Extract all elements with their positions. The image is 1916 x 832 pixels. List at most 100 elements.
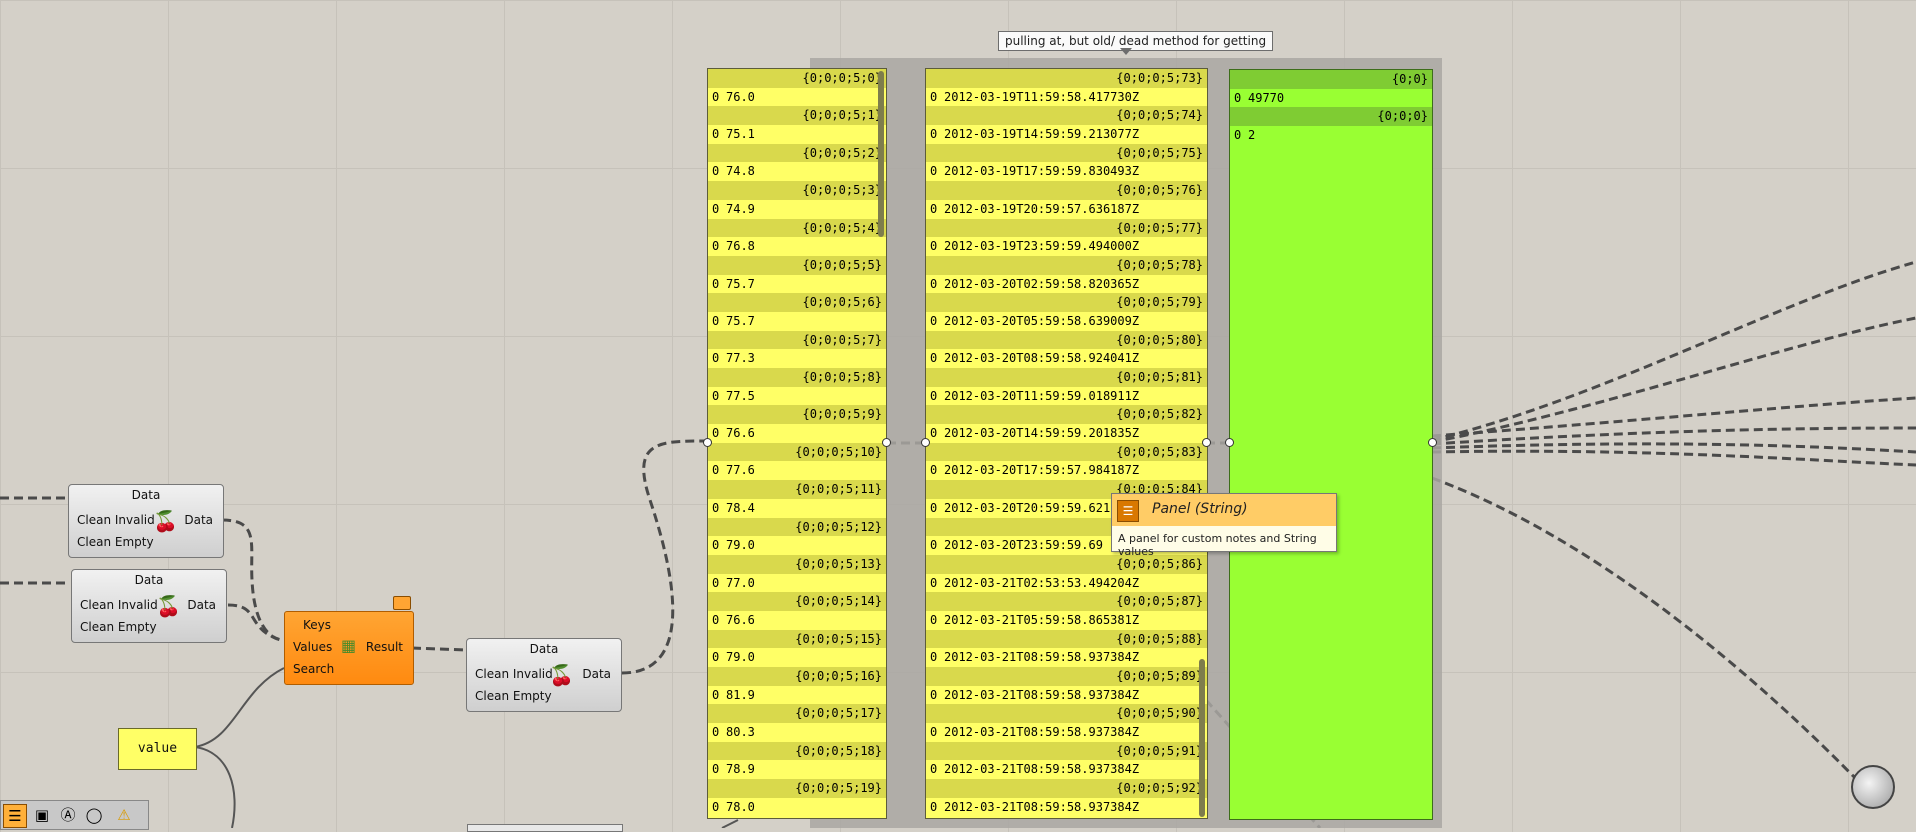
database-icon[interactable]: ◯ [83, 804, 105, 826]
input-port[interactable] [1225, 438, 1234, 447]
result-output[interactable]: Result [366, 640, 403, 654]
values-path-header: {0;0;0;5;16} [708, 667, 886, 686]
values-panel-body: {0;0;0;5;0} 0 76.0 {0;0;0;5;1} 0 75.1 {0;0;0;5… [708, 69, 886, 817]
result-panel-body: {0;0} 0 49770 {0;0;0} 0 2 [1230, 70, 1432, 145]
result-path-header: {0;0;0} [1230, 107, 1432, 127]
value-panel[interactable]: value [118, 728, 197, 770]
values-item-value: 81.9 [726, 687, 755, 702]
timestamps-path-header: {0;0;0;5;88} [926, 629, 1207, 649]
timestamps-item: 0 2012-03-21T08:59:58.937384Z [926, 760, 1207, 779]
input-port[interactable] [921, 438, 930, 447]
values-item-index: 0 [712, 538, 720, 553]
clean-invalid-input[interactable]: Clean Invalid [80, 598, 158, 612]
values-item: 0 78.4 [708, 499, 886, 518]
timestamps-item: 0 2012-03-20T14:59:59.201835Z [926, 424, 1207, 443]
values-item-value: 78.9 [726, 762, 755, 777]
values-item-value: 75.7 [726, 276, 755, 291]
data-output[interactable]: Data [582, 667, 611, 681]
timestamps-item-index: 0 [930, 164, 938, 179]
timestamps-item-value: 2012-03-21T02:53:53.494204Z [944, 575, 1140, 590]
values-item-value: 77.0 [726, 575, 755, 590]
keys-input[interactable]: Keys [303, 618, 331, 632]
result-panel[interactable]: {0;0} 0 49770 {0;0;0} 0 2 [1229, 69, 1433, 820]
result-path-header: {0;0} [1230, 70, 1432, 89]
cherry-icon: 🍒 [549, 663, 574, 687]
values-path-header: {0;0;0;5;1} [708, 106, 886, 126]
values-item: 0 76.6 [708, 611, 886, 630]
result-item-value: 49770 [1248, 90, 1285, 105]
values-item: 0 74.8 [708, 162, 886, 181]
values-path-header: {0;0;0;5;17} [708, 704, 886, 724]
values-path-header: {0;0;0;5;7} [708, 330, 886, 350]
data-output[interactable]: Data [187, 598, 216, 612]
clean-invalid-input[interactable]: Clean Invalid [77, 513, 155, 527]
timestamps-panel-body: {0;0;0;5;73} 0 2012-03-19T11:59:58.417730Z… [926, 69, 1207, 817]
timestamps-path-header: {0;0;0;5;75} [926, 143, 1207, 163]
offscreen-component[interactable] [467, 824, 623, 832]
values-item-index: 0 [712, 276, 720, 291]
values-item-value: 80.3 [726, 725, 755, 740]
input-port[interactable] [703, 438, 712, 447]
values-item-index: 0 [712, 201, 720, 216]
clean-tree-title: Data [131, 488, 161, 502]
values-item: 0 80.3 [708, 723, 886, 742]
values-path-header: {0;0;0;5;14} [708, 592, 886, 611]
timestamps-item: 0 2012-03-20T08:59:58.924041Z [926, 349, 1207, 368]
data-output[interactable]: Data [184, 513, 213, 527]
values-item: 0 75.7 [708, 312, 886, 331]
value-lookup-component[interactable]: Keys Values Search ▦ Result [284, 611, 414, 685]
values-item-value: 76.6 [726, 612, 755, 627]
timestamps-panel[interactable]: {0;0;0;5;73} 0 2012-03-19T11:59:58.417730Z… [925, 68, 1208, 819]
values-item: 0 81.9 [708, 686, 886, 705]
timestamps-item-value: 2012-03-20T11:59:59.018911Z [944, 388, 1140, 403]
values-path-header: {0;0;0;5;10} [708, 442, 886, 462]
panel-icon: ☰ [1117, 500, 1139, 522]
timestamps-item-index: 0 [930, 89, 938, 104]
timestamps-item: 0 2012-03-21T08:59:58.937384Z [926, 798, 1207, 817]
values-item: 0 76.0 [708, 88, 886, 107]
values-item-index: 0 [712, 463, 720, 478]
clean-tree-component-2[interactable]: Data Clean Invalid Clean Empty 🍒 Data [71, 569, 227, 643]
clean-tree-component-3[interactable]: Data Clean Invalid Clean Empty 🍒 Data [466, 638, 622, 712]
values-item-value: 77.3 [726, 351, 755, 366]
values-path-header: {0;0;0;5;18} [708, 741, 886, 761]
message-bubble-icon[interactable] [393, 596, 411, 610]
timestamps-item-value: 2012-03-20T14:59:59.201835Z [944, 426, 1140, 441]
timestamps-panel-scrollbar[interactable] [1199, 659, 1205, 817]
values-panel-scrollbar[interactable] [878, 71, 884, 237]
component-icon[interactable]: ▣ [31, 804, 53, 826]
grasshopper-icon[interactable]: ☰ [3, 804, 27, 828]
navigation-knob-icon[interactable] [1851, 765, 1895, 809]
timestamps-item-index: 0 [930, 388, 938, 403]
group-callout: pulling at, but old/ dead method for get… [998, 31, 1274, 51]
clean-invalid-input[interactable]: Clean Invalid [475, 667, 553, 681]
clean-tree-component-1[interactable]: Data Clean Invalid Clean Empty 🍒 Data [68, 484, 224, 558]
values-item-value: 77.5 [726, 388, 755, 403]
values-item-value: 79.0 [726, 650, 755, 665]
timestamps-item-index: 0 [930, 276, 938, 291]
timestamps-item: 0 2012-03-19T23:59:59.494000Z [926, 237, 1207, 256]
output-port[interactable] [882, 438, 891, 447]
clean-empty-input[interactable]: Clean Empty [80, 620, 157, 634]
timestamps-item-index: 0 [930, 201, 938, 216]
search-input[interactable]: Search [293, 662, 334, 676]
timestamps-path-header: {0;0;0;5;89} [926, 667, 1207, 686]
warning-icon[interactable]: ⚠ [113, 804, 135, 826]
text-icon[interactable]: Ⓐ [57, 804, 79, 826]
timestamps-item: 0 2012-03-21T08:59:58.937384Z [926, 686, 1207, 705]
output-port[interactable] [1428, 438, 1437, 447]
output-port[interactable] [1202, 438, 1211, 447]
clean-empty-input[interactable]: Clean Empty [77, 535, 154, 549]
timestamps-item-value: 2012-03-21T08:59:58.937384Z [944, 762, 1140, 777]
values-item: 0 74.9 [708, 200, 886, 219]
values-item-value: 75.7 [726, 313, 755, 328]
values-item-index: 0 [712, 89, 720, 104]
timestamps-item-value: 2012-03-21T08:59:58.937384Z [944, 725, 1140, 740]
values-item-index: 0 [712, 388, 720, 403]
cherry-icon: 🍒 [153, 509, 178, 533]
values-panel[interactable]: {0;0;0;5;0} 0 76.0 {0;0;0;5;1} 0 75.1 {0;0;0;5… [707, 68, 887, 819]
clean-empty-input[interactable]: Clean Empty [475, 689, 552, 703]
values-item-index: 0 [712, 650, 720, 665]
timestamps-item: 0 2012-03-20T17:59:57.984187Z [926, 461, 1207, 480]
values-input[interactable]: Values [293, 640, 332, 654]
